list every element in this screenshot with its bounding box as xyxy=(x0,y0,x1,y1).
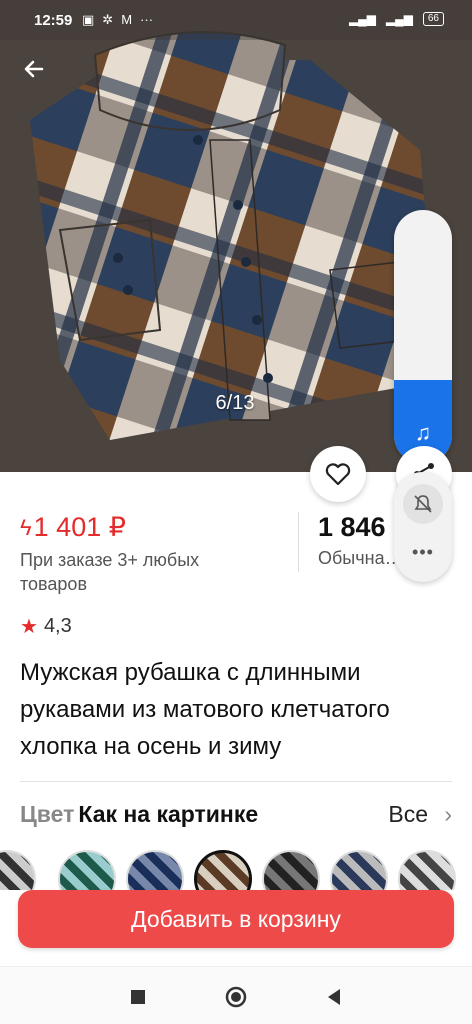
signal-icon: ▂▄▆ xyxy=(348,12,376,26)
regular-price: 1 846 xyxy=(318,512,386,542)
section-divider xyxy=(20,781,452,782)
image-counter: 6/13 xyxy=(215,392,255,414)
star-icon: ★ xyxy=(20,616,38,638)
status-bar: 12:59 ▣ ✲ M ··· ▂▄▆ ▂▄▆ 66 xyxy=(0,0,472,40)
home-circle-icon[interactable] xyxy=(224,985,248,1009)
color-selector-row[interactable]: Цвет Как на картинке Все › xyxy=(20,801,452,833)
status-system-icons: ▂▄▆ ▂▄▆ 66 xyxy=(349,12,444,26)
price-divider xyxy=(298,512,299,572)
more-options-icon[interactable]: ••• xyxy=(394,542,452,563)
color-swatch[interactable] xyxy=(398,850,456,890)
chevron-right-icon: › xyxy=(444,801,452,827)
android-nav-bar xyxy=(0,966,472,1024)
rating[interactable]: ★ 4,3 xyxy=(20,614,72,639)
color-label: Цвет xyxy=(20,801,75,827)
add-to-cart-button[interactable]: Добавить в корзину xyxy=(18,890,454,948)
volume-extra-panel: ••• xyxy=(394,472,452,582)
heart-icon xyxy=(325,463,351,486)
color-swatch[interactable] xyxy=(262,850,320,890)
color-swatch[interactable] xyxy=(330,850,388,890)
gallery-icon: ▣ xyxy=(82,12,95,27)
volume-slider[interactable]: ♫ xyxy=(394,210,452,464)
signal-icon-2: ▂▄▆ xyxy=(385,12,413,26)
color-value: Как на картинке xyxy=(78,801,259,827)
battery-icon: 66 xyxy=(422,12,444,26)
all-colors-link[interactable]: Все xyxy=(388,801,428,828)
gmail-icon: M xyxy=(121,12,133,27)
mute-bell-icon[interactable] xyxy=(403,484,443,524)
color-swatches xyxy=(0,850,472,890)
color-swatch[interactable] xyxy=(0,850,36,890)
promo-price-value: 1 401 ₽ xyxy=(33,512,126,542)
music-note-icon: ♫ xyxy=(414,420,432,445)
product-title: Мужская рубашка с длинными рукавами из м… xyxy=(20,659,390,760)
favorite-button[interactable] xyxy=(310,446,366,502)
more-dots-icon: ··· xyxy=(140,12,154,27)
color-swatch-selected[interactable] xyxy=(194,850,252,890)
product-screen: 12:59 ▣ ✲ M ··· ▂▄▆ ▂▄▆ 66 6/13 ♫ ••• ϟ … xyxy=(0,0,472,1024)
color-swatch[interactable] xyxy=(58,850,116,890)
regular-price-note: Обычна… xyxy=(318,548,398,568)
sync-icon: ✲ xyxy=(102,12,114,27)
lightning-icon: ϟ xyxy=(20,514,32,540)
promo-price: ϟ 1 401 ₽ xyxy=(20,512,126,543)
status-notification-icons: ▣ ✲ M ··· xyxy=(82,12,153,28)
back-triangle-icon[interactable] xyxy=(322,985,346,1009)
recents-square-icon[interactable] xyxy=(126,985,150,1009)
rating-value: 4,3 xyxy=(43,615,72,637)
promo-price-note: При заказе 3+ любых товаров xyxy=(20,550,200,594)
color-swatch[interactable] xyxy=(126,850,184,890)
back-arrow-icon[interactable] xyxy=(18,52,52,86)
status-time: 12:59 xyxy=(34,12,73,29)
